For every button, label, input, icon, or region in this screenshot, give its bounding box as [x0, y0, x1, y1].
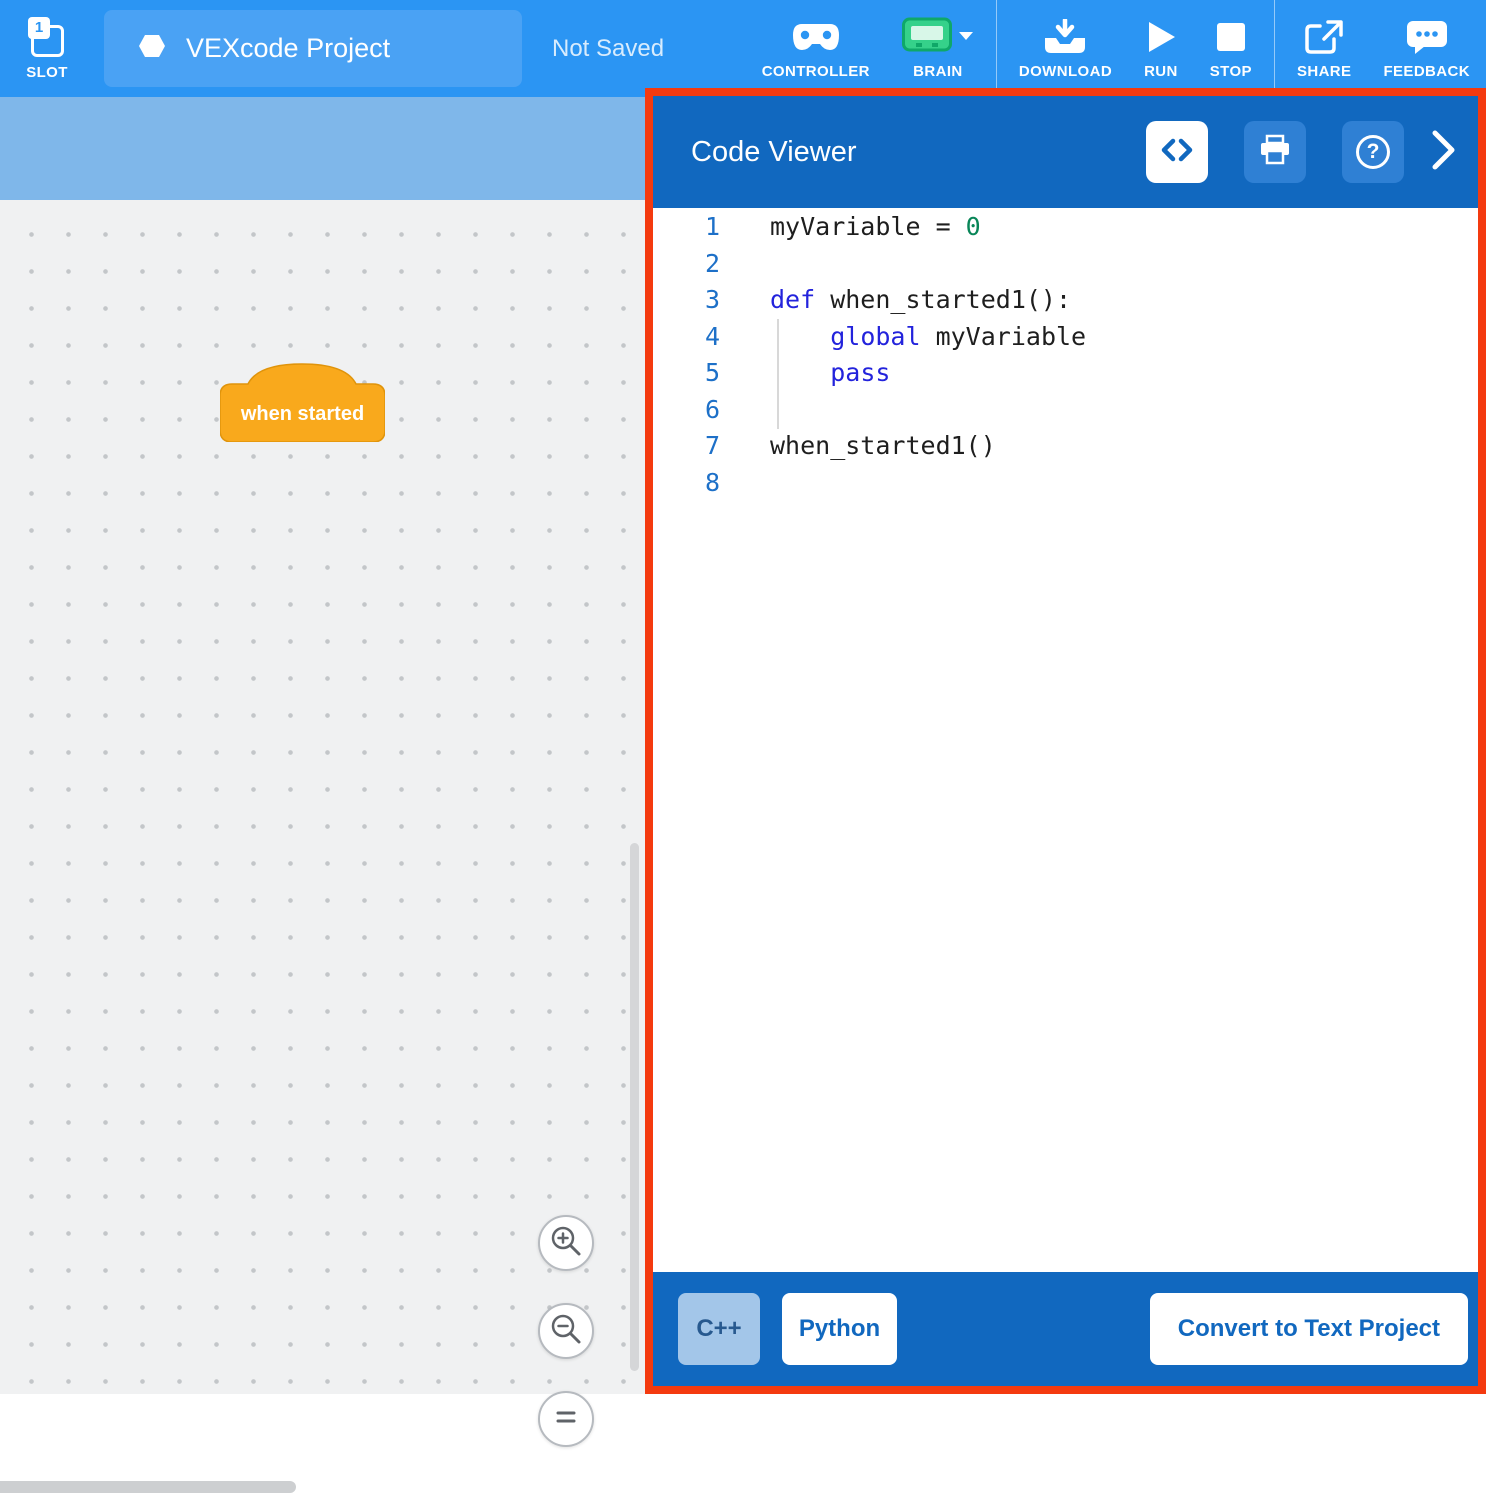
brain-icon [902, 17, 952, 58]
stop-label: STOP [1210, 63, 1252, 80]
code-line: 3def when_started1(): [653, 282, 1478, 319]
help-button[interactable]: ? [1342, 121, 1404, 183]
line-number: 2 [653, 246, 720, 283]
code-line-text [720, 246, 770, 283]
zoom-in-icon [549, 1224, 583, 1263]
code-line: 7when_started1() [653, 428, 1478, 465]
when-started-label: when started [220, 386, 385, 442]
code-line: 1myVariable = 0 [653, 209, 1478, 246]
feedback-icon [1405, 17, 1449, 57]
zoom-out-button[interactable] [538, 1303, 594, 1359]
slot-label: SLOT [26, 64, 68, 81]
zoom-in-button[interactable] [538, 1215, 594, 1271]
zoom-reset-icon [549, 1400, 583, 1439]
brain-button[interactable]: BRAIN [886, 0, 990, 97]
hexagon-logo-icon [138, 33, 166, 64]
code-brackets-icon [1160, 134, 1194, 171]
controller-button[interactable]: CONTROLLER [746, 0, 886, 97]
language-tab-python[interactable]: Python [782, 1293, 897, 1365]
print-button[interactable] [1244, 121, 1306, 183]
blocks-canvas[interactable]: when started [0, 200, 645, 1394]
controller-icon [792, 17, 840, 57]
top-bar: 1 SLOT VEXcode Project Not Saved CONTROL… [0, 0, 1486, 97]
code-line-text [720, 465, 770, 502]
line-number: 3 [653, 282, 720, 319]
language-tab-cpp[interactable]: C++ [678, 1293, 760, 1365]
line-number: 7 [653, 428, 720, 465]
line-number: 6 [653, 392, 720, 429]
code-viewer-footer: C++ Python Convert to Text Project [653, 1272, 1478, 1386]
code-line-text: def when_started1(): [720, 282, 1071, 319]
code-line-text: myVariable = 0 [720, 209, 981, 246]
canvas-horizontal-scrollbar[interactable] [0, 1481, 296, 1493]
block-palette-band [0, 97, 645, 200]
project-title: VEXcode Project [186, 33, 390, 64]
project-name-button[interactable]: VEXcode Project [104, 10, 522, 87]
controller-label: CONTROLLER [762, 63, 870, 80]
download-button[interactable]: DOWNLOAD [1003, 0, 1128, 97]
code-viewer-header: Code Viewer ? [653, 96, 1478, 208]
code-line: 2 [653, 246, 1478, 283]
chevron-right-icon [1432, 130, 1456, 175]
feedback-button[interactable]: FEEDBACK [1367, 0, 1486, 97]
save-status: Not Saved [552, 35, 664, 63]
brain-label: BRAIN [913, 63, 963, 80]
download-label: DOWNLOAD [1019, 63, 1112, 80]
workspace-area: when started [0, 97, 645, 1394]
code-toggle-button[interactable] [1146, 121, 1208, 183]
code-viewer-title: Code Viewer [691, 136, 1110, 169]
run-label: RUN [1144, 63, 1178, 80]
feedback-label: FEEDBACK [1383, 63, 1470, 80]
zoom-reset-button[interactable] [538, 1391, 594, 1447]
download-icon [1043, 17, 1087, 57]
run-button[interactable]: RUN [1128, 0, 1194, 97]
run-icon [1145, 17, 1177, 57]
slot-button[interactable]: 1 SLOT [0, 17, 94, 81]
slot-icon: 1 [28, 17, 66, 59]
indent-guide [777, 319, 779, 429]
canvas-vertical-scrollbar[interactable] [630, 843, 639, 1371]
brain-dropdown-caret-icon[interactable] [958, 28, 974, 46]
share-icon [1304, 17, 1344, 57]
zoom-out-icon [549, 1312, 583, 1351]
stop-button[interactable]: STOP [1194, 0, 1268, 97]
help-icon: ? [1356, 135, 1390, 169]
code-line-text: when_started1() [720, 428, 996, 465]
share-button[interactable]: SHARE [1281, 0, 1368, 97]
line-number: 8 [653, 465, 720, 502]
when-started-block[interactable]: when started [220, 362, 385, 442]
printer-icon [1258, 134, 1292, 171]
toolbar-divider [996, 0, 997, 97]
code-line: 8 [653, 465, 1478, 502]
line-number: 4 [653, 319, 720, 356]
share-label: SHARE [1297, 63, 1352, 80]
line-number: 1 [653, 209, 720, 246]
slot-number: 1 [28, 17, 50, 39]
stop-icon [1215, 17, 1247, 57]
toolbar-divider [1274, 0, 1275, 97]
code-viewer-panel: Code Viewer ? [645, 88, 1486, 1394]
code-line-text [720, 392, 770, 429]
code-line-text: global myVariable [720, 319, 1086, 356]
code-editor[interactable]: 1myVariable = 023def when_started1():4 g… [653, 208, 1478, 1272]
convert-to-text-project-button[interactable]: Convert to Text Project [1150, 1293, 1468, 1365]
collapse-panel-button[interactable] [1432, 130, 1456, 175]
code-line-text: pass [720, 355, 890, 392]
line-number: 5 [653, 355, 720, 392]
